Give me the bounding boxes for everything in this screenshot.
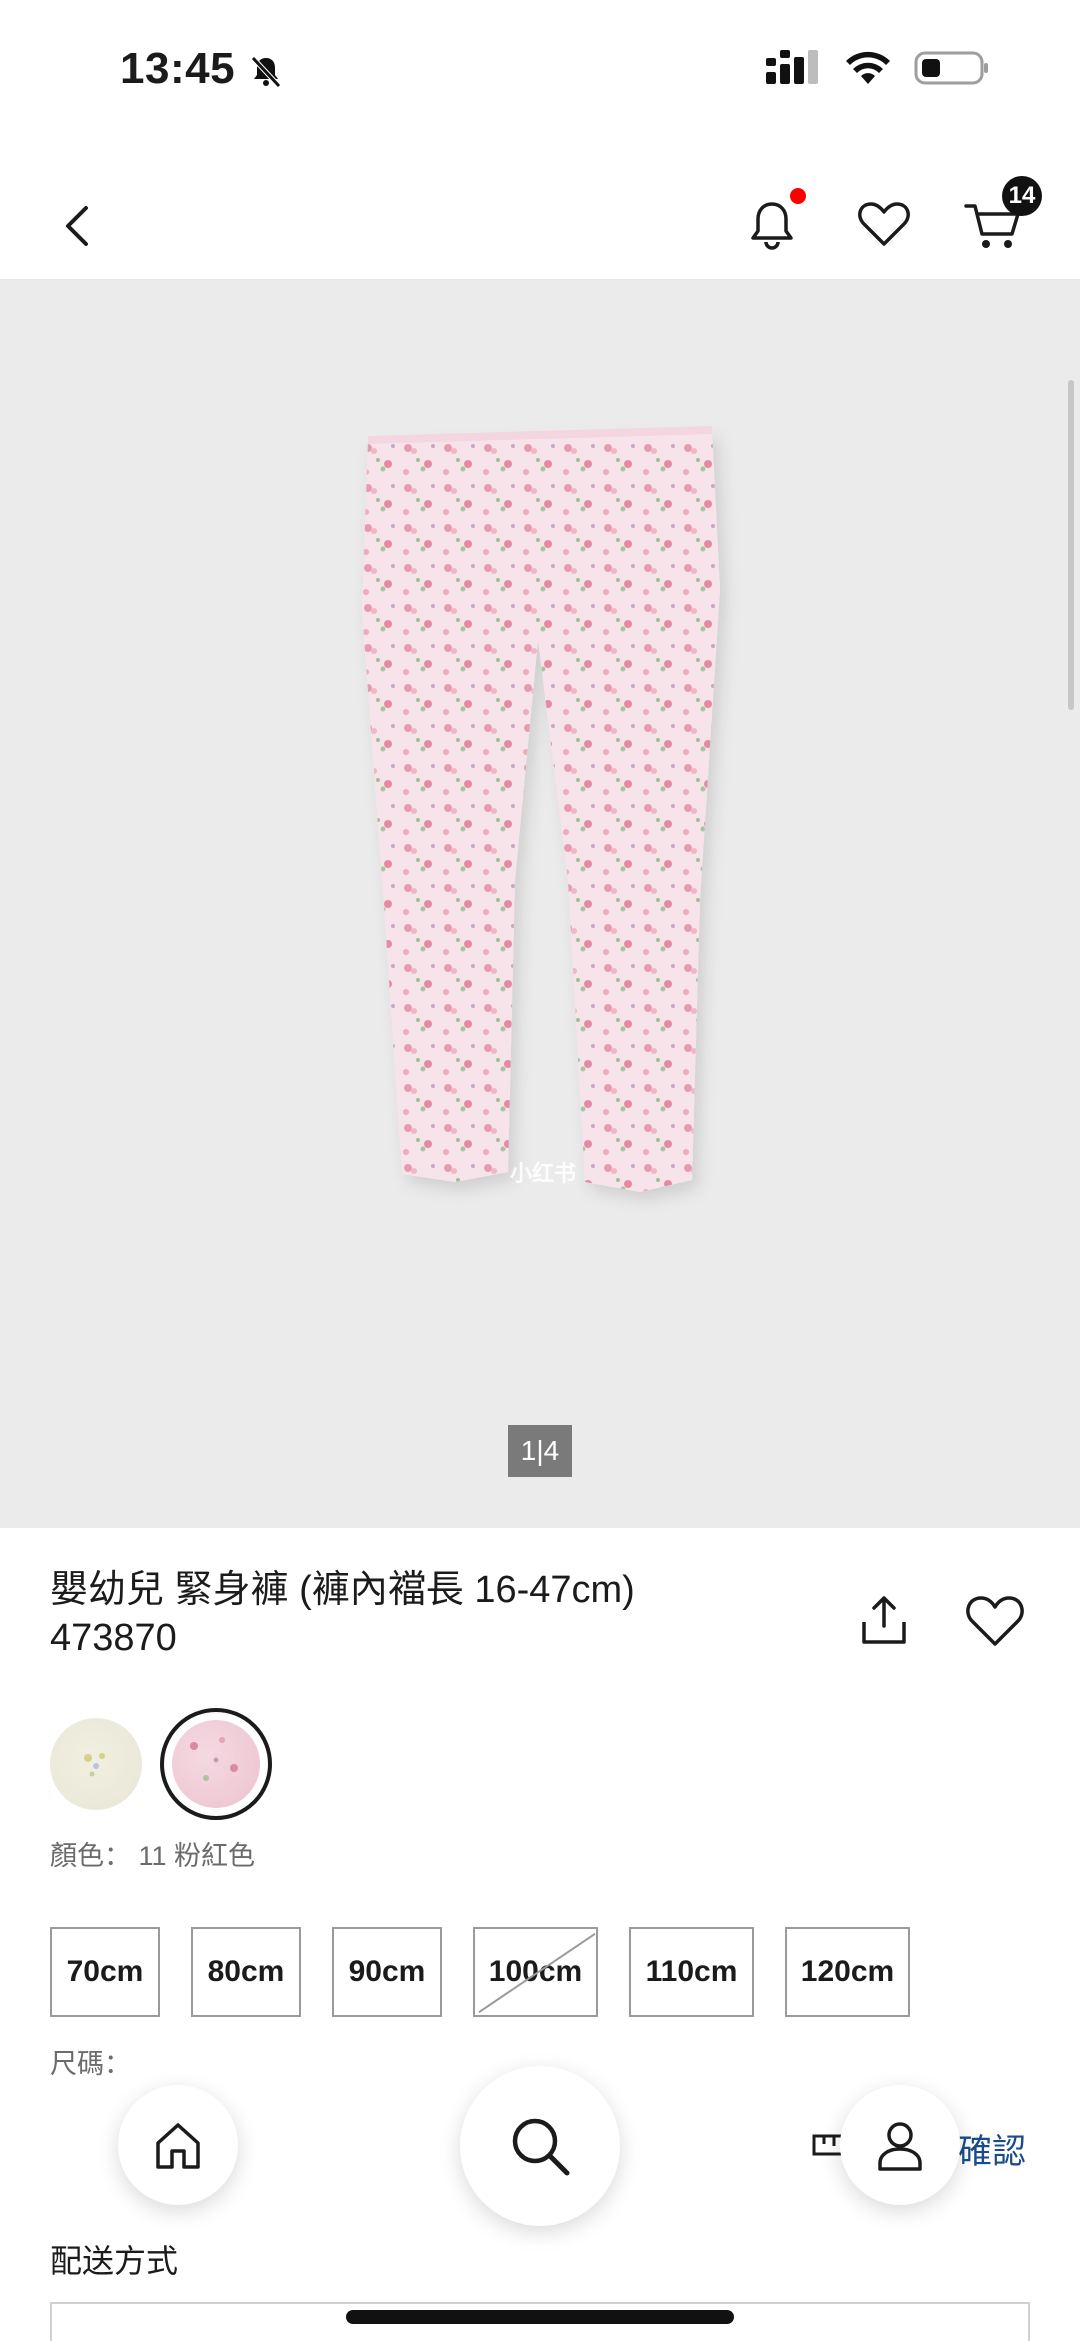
color-swatch-light-yellow[interactable] <box>50 1718 142 1810</box>
status-bar: 13:45 <box>0 0 1080 145</box>
swatch-pattern <box>84 1753 105 1777</box>
nav-header: 14 <box>0 170 1080 280</box>
color-label: 顏色： 11 粉紅色 <box>50 1841 256 1871</box>
status-time: 13:45 <box>120 44 236 93</box>
size-option-70cm[interactable]: 70cm <box>50 1927 160 2017</box>
share-icon[interactable] <box>856 1592 912 1648</box>
signal-icon <box>766 50 818 84</box>
watermark: 小红书 <box>510 1161 577 1186</box>
size-label: 尺碼： <box>50 2049 131 2079</box>
size-confirm-link[interactable]: 確認 <box>958 2124 1026 2173</box>
home-indicator <box>346 2310 734 2324</box>
swatch-fill <box>172 1720 260 1808</box>
search-icon <box>512 2118 570 2176</box>
status-right <box>766 50 990 86</box>
size-option-120cm[interactable]: 120cm <box>785 1927 910 2017</box>
silent-mode-icon <box>251 56 281 88</box>
account-button[interactable] <box>840 2085 960 2205</box>
image-pager: 1|4 <box>508 1425 572 1477</box>
favorite-heart-icon[interactable] <box>962 1590 1028 1650</box>
product-image <box>362 426 720 1192</box>
size-option-80cm[interactable]: 80cm <box>191 1927 301 2017</box>
size-option-110cm[interactable]: 110cm <box>629 1927 754 2017</box>
search-button[interactable] <box>460 2066 620 2226</box>
swatch-pattern <box>190 1737 238 1781</box>
size-option-90cm[interactable]: 90cm <box>332 1927 442 2017</box>
cart-count-badge: 14 <box>1002 176 1042 216</box>
size-option-100cm-unavailable[interactable]: 100cm <box>473 1927 598 2017</box>
notification-dot <box>790 188 806 204</box>
color-swatch-pink-selected[interactable] <box>160 1708 272 1820</box>
wishlist-heart-icon[interactable] <box>852 192 916 256</box>
home-button[interactable] <box>118 2085 238 2205</box>
wifi-icon <box>846 51 890 84</box>
delivery-title: 配送方式 <box>50 2243 179 2279</box>
back-arrow-icon[interactable] <box>50 198 106 254</box>
user-icon <box>878 2122 922 2171</box>
product-title: 嬰幼兒 緊身褲 (褲內襠長 16-47cm) <box>50 1569 635 1611</box>
battery-icon <box>914 51 988 85</box>
product-image-gallery[interactable]: 小红书 1|4 <box>0 280 1080 1528</box>
home-icon <box>156 2123 200 2169</box>
product-code: 473870 <box>50 1617 177 1659</box>
scrollbar[interactable] <box>1068 380 1074 710</box>
